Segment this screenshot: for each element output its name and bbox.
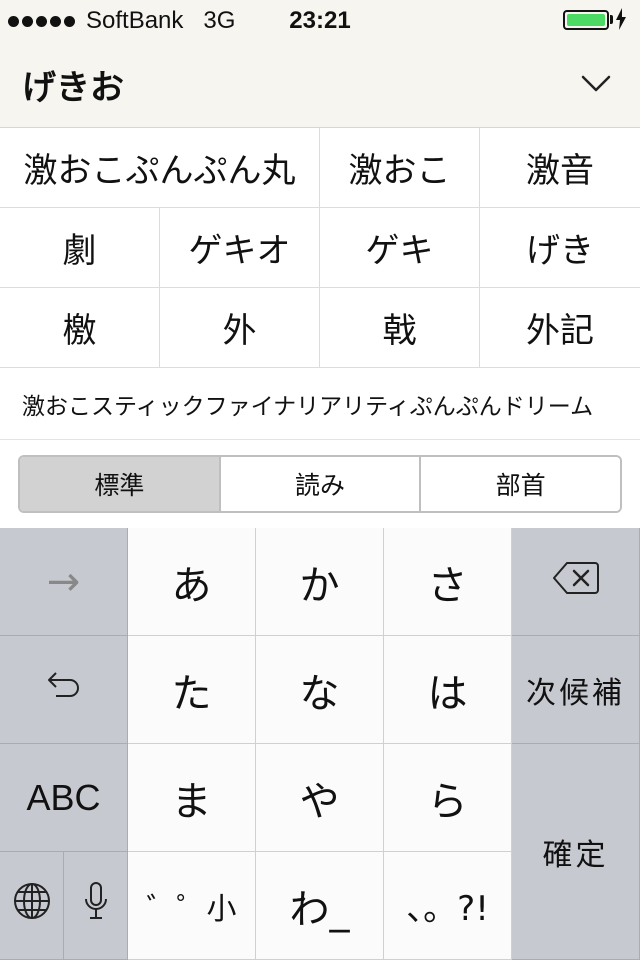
confirm-key[interactable]: 確定 (512, 744, 640, 960)
undo-arrow-icon (44, 665, 84, 715)
delete-backspace-icon (552, 559, 599, 605)
candidate-item[interactable]: 外記 (480, 288, 640, 367)
microphone-key[interactable] (64, 852, 128, 960)
undo-key[interactable] (0, 636, 128, 744)
segment-radical[interactable]: 部首 (421, 457, 620, 511)
sort-segmented-control: 標準 読み 部首 (18, 455, 622, 513)
candidate-item[interactable]: 激音 (480, 128, 640, 207)
candidate-item[interactable]: 劇 (0, 208, 160, 287)
candidate-item-long[interactable]: 激おこスティックファイナリアリティぷんぷんドリーム (0, 368, 640, 440)
candidate-item[interactable]: 戟 (320, 288, 480, 367)
key-ha[interactable]: は (384, 636, 512, 744)
key-ta[interactable]: た (128, 636, 256, 744)
conversion-header: げきお (0, 40, 640, 128)
candidate-row: 劇 ゲキオ ゲキ げき (0, 208, 640, 288)
key-sa[interactable]: さ (384, 528, 512, 636)
key-ka[interactable]: か (256, 528, 384, 636)
battery-level-fill (567, 14, 605, 26)
segment-reading[interactable]: 読み (220, 457, 422, 511)
next-candidate-key[interactable]: 次候補 (512, 636, 640, 744)
reading-text: げきお (22, 68, 124, 108)
key-dakuten-small[interactable]: ゛゜小 (128, 852, 256, 960)
key-ma[interactable]: ま (128, 744, 256, 852)
next-char-arrow-key[interactable]: → (0, 528, 128, 636)
globe-icon (12, 881, 52, 931)
segment-standard[interactable]: 標準 (20, 457, 221, 511)
key-ya[interactable]: や (256, 744, 384, 852)
candidate-row: 激おこぷんぷん丸 激おこ 激音 (0, 128, 640, 208)
candidate-item[interactable]: ゲキ (320, 208, 480, 287)
candidate-item[interactable]: 檄 (0, 288, 160, 367)
candidate-item[interactable]: ゲキオ (160, 208, 320, 287)
key-punctuation[interactable]: 、。?! (384, 852, 512, 960)
candidate-item[interactable]: 外 (160, 288, 320, 367)
kana-keyboard: → ABC あ か さ た な は ま や ら ゛゜小 わ_ 、。?! 次候補 … (0, 528, 640, 960)
candidate-item[interactable]: 激おこぷんぷん丸 (0, 128, 320, 207)
abc-key[interactable]: ABC (0, 744, 128, 852)
delete-key[interactable] (512, 528, 640, 636)
globe-key[interactable] (0, 852, 64, 960)
status-bar: SoftBank 3G 23:21 (0, 0, 640, 40)
key-ra[interactable]: ら (384, 744, 512, 852)
key-wa[interactable]: わ_ (256, 852, 384, 960)
battery-tip (610, 15, 613, 24)
lightning-bolt-icon (616, 8, 626, 35)
key-a[interactable]: あ (128, 528, 256, 636)
candidate-panel: 激おこぷんぷん丸 激おこ 激音 劇 ゲキオ ゲキ げき 檄 外 戟 外記 激おこ… (0, 128, 640, 528)
battery-icon (563, 10, 609, 30)
microphone-icon (83, 881, 109, 931)
chevron-down-icon[interactable] (580, 68, 612, 100)
candidate-item[interactable]: げき (480, 208, 640, 287)
candidate-row: 檄 外 戟 外記 (0, 288, 640, 368)
candidate-item[interactable]: 激おこ (320, 128, 480, 207)
clock: 23:21 (289, 7, 351, 34)
key-na[interactable]: な (256, 636, 384, 744)
